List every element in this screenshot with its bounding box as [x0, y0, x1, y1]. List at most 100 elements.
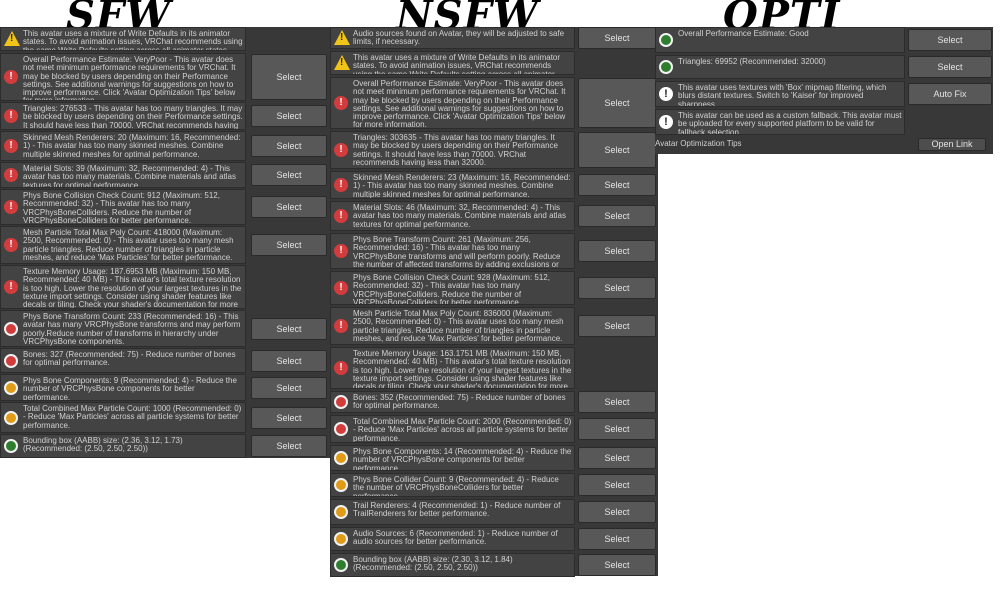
validation-message: Triangles: 69952 (Recommended: 32000)	[678, 58, 826, 66]
select-button[interactable]: Select	[578, 447, 656, 469]
error-icon	[4, 238, 18, 252]
sfw-validation-row: This avatar uses a mixture of Write Defa…	[0, 27, 246, 51]
opti-validation-panel: Overall Performance Estimate: Good Select…	[655, 27, 993, 154]
open-link-button[interactable]: Open Link	[918, 137, 986, 151]
sfw-validation-row: Phys Bone Components: 9 (Recommended: 4)…	[0, 374, 246, 401]
select-button[interactable]: Select	[578, 132, 656, 168]
select-button[interactable]: Select	[251, 376, 327, 399]
error-icon	[4, 200, 18, 214]
select-button[interactable]: Select	[578, 501, 656, 523]
select-button[interactable]: Select	[578, 78, 656, 128]
red-circle-icon	[4, 353, 18, 368]
warning-triangle-icon	[4, 31, 20, 46]
select-button[interactable]: Select	[251, 317, 327, 340]
sfw-validation-row: Bones: 327 (Recommended: 75) - Reduce nu…	[0, 348, 246, 373]
select-button[interactable]: Select	[578, 528, 656, 550]
warning-triangle-icon	[334, 30, 350, 45]
error-icon	[334, 143, 348, 157]
select-button[interactable]: Select	[578, 174, 656, 196]
nsfw-validation-row: Material Slots: 46 (Maximum: 32, Recomme…	[330, 201, 575, 231]
select-button[interactable]: Select	[251, 435, 327, 457]
validation-message: Skinned Mesh Renderers: 23 (Maximum: 16,…	[353, 174, 571, 199]
select-button[interactable]: Select	[251, 406, 327, 429]
nsfw-validation-row: Phys Bone Transform Count: 261 (Maximum:…	[330, 233, 575, 269]
select-button[interactable]: Select	[578, 418, 656, 440]
red-circle-icon	[4, 321, 18, 336]
sfw-validation-row: Triangles: 276533 - This avatar has too …	[0, 102, 246, 130]
validation-message: Bounding box (AABB) size: (2.30, 3.12, 1…	[353, 556, 513, 573]
validation-message: Phys Bone Transform Count: 233 (Recommen…	[23, 313, 241, 346]
nsfw-validation-row: Skinned Mesh Renderers: 23 (Maximum: 16,…	[330, 171, 575, 199]
nsfw-validation-row: Mesh Particle Total Max Poly Count: 8360…	[330, 307, 575, 345]
opti-validation-row: This avatar uses textures with 'Box' mip…	[655, 81, 905, 107]
validation-message: Bones: 352 (Recommended: 75) - Reduce nu…	[353, 394, 566, 411]
info-exclamation-icon	[659, 87, 673, 101]
opti-validation-row: This avatar can be used as a custom fall…	[655, 109, 905, 135]
error-icon	[4, 139, 18, 153]
orange-circle-icon	[4, 410, 18, 425]
select-button[interactable]: Select	[251, 349, 327, 372]
orange-circle-icon	[334, 451, 348, 465]
validation-message: Phys Bone Collision Check Count: 912 (Ma…	[23, 192, 220, 225]
select-button[interactable]: Select	[578, 277, 656, 299]
sfw-validation-row: Mesh Particle Total Max Poly Count: 4180…	[0, 226, 246, 264]
nsfw-validation-row: Overall Performance Estimate: VeryPoor -…	[330, 77, 575, 129]
nsfw-validation-row: Phys Bone Collider Count: 9 (Recommended…	[330, 473, 575, 497]
error-icon	[4, 168, 18, 182]
select-button[interactable]: Select	[578, 240, 656, 262]
green-circle-icon	[659, 33, 673, 47]
validation-message: Mesh Particle Total Max Poly Count: 8360…	[353, 310, 564, 343]
select-button[interactable]: Select	[578, 315, 656, 337]
select-button[interactable]: Select	[251, 234, 327, 256]
validation-message: Skinned Mesh Renderers: 20 (Maximum: 16,…	[23, 134, 241, 159]
error-icon	[4, 280, 18, 294]
error-icon	[4, 70, 18, 84]
select-button[interactable]: Select	[578, 391, 656, 413]
nsfw-validation-row: Audio sources found on Avatar, they will…	[330, 27, 575, 49]
select-button[interactable]: Select	[251, 135, 327, 157]
error-icon	[334, 96, 348, 110]
nsfw-validation-row: This avatar uses a mixture of Write Defa…	[330, 51, 575, 75]
sfw-validation-row: Phys Bone Transform Count: 233 (Recommen…	[0, 310, 246, 347]
red-circle-icon	[334, 395, 348, 409]
sfw-validation-row: Texture Memory Usage: 187.6953 MB (Maxim…	[0, 265, 246, 309]
validation-message: Trail Renderers: 4 (Recommended: 1) - Re…	[353, 502, 561, 519]
green-circle-icon	[334, 558, 348, 572]
validation-message: Phys Bone Collider Count: 9 (Recommended…	[353, 476, 559, 497]
select-button[interactable]: Select	[251, 164, 327, 186]
sfw-validation-panel: This avatar uses a mixture of Write Defa…	[0, 27, 330, 458]
orange-circle-icon	[334, 532, 348, 546]
nsfw-validation-row: Phys Bone Components: 14 (Recommended: 4…	[330, 445, 575, 471]
validation-message: Material Slots: 46 (Maximum: 32, Recomme…	[353, 204, 566, 229]
green-circle-icon	[659, 60, 673, 74]
nsfw-validation-row: Bounding box (AABB) size: (2.30, 3.12, 1…	[330, 553, 575, 577]
red-circle-icon	[334, 422, 348, 436]
sfw-validation-row: Total Combined Max Particle Count: 1000 …	[0, 402, 246, 433]
validation-message: Overall Performance Estimate: VeryPoor -…	[353, 80, 566, 129]
select-button[interactable]: Select	[578, 554, 656, 576]
select-button[interactable]: Select	[251, 105, 327, 127]
validation-message: Triangles: 303635 - This avatar has too …	[353, 134, 559, 167]
info-exclamation-icon	[659, 115, 673, 129]
error-icon	[334, 281, 348, 295]
validation-message: Audio sources found on Avatar, they will…	[353, 30, 565, 47]
select-button[interactable]: Select	[251, 54, 327, 100]
nsfw-validation-row: Phys Bone Collision Check Count: 928 (Ma…	[330, 271, 575, 305]
select-button[interactable]: Select	[578, 205, 656, 227]
sfw-validation-row: Phys Bone Collision Check Count: 912 (Ma…	[0, 189, 246, 225]
error-icon	[334, 319, 348, 333]
nsfw-validation-panel: Audio sources found on Avatar, they will…	[330, 27, 658, 577]
select-button[interactable]: Select	[578, 27, 656, 49]
select-button[interactable]: Select	[908, 56, 992, 78]
validation-message: Mesh Particle Total Max Poly Count: 4180…	[23, 229, 234, 262]
validation-message: Triangles: 276533 - This avatar has too …	[23, 105, 243, 130]
select-button[interactable]: Select	[908, 29, 992, 51]
validation-message: This avatar can be used as a custom fall…	[678, 112, 902, 135]
opti-validation-row: Overall Performance Estimate: Good	[655, 27, 905, 53]
validation-message: Texture Memory Usage: 163.1751 MB (Maxim…	[353, 350, 572, 389]
select-button[interactable]: Select	[251, 196, 327, 218]
nsfw-validation-row: Audio Sources: 6 (Recommended: 1) - Redu…	[330, 527, 575, 551]
error-icon	[334, 178, 348, 192]
select-button[interactable]: Select	[578, 474, 656, 496]
auto-fix-button[interactable]: Auto Fix	[908, 83, 992, 105]
